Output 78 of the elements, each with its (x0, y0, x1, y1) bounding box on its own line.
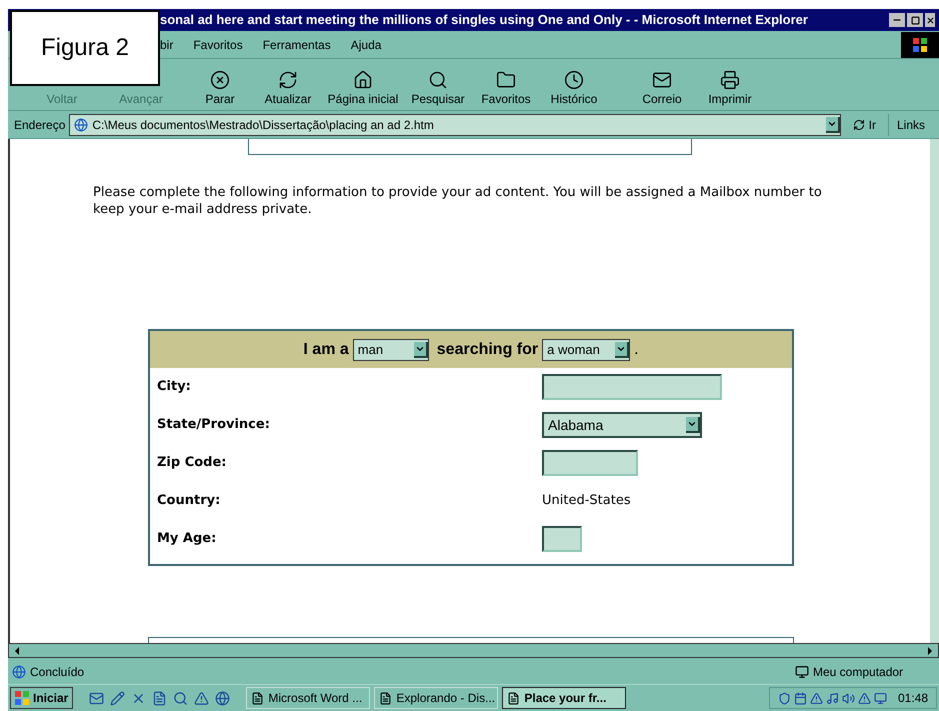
figure-label: Figura 2 (40, 33, 130, 63)
home-icon (353, 70, 373, 90)
tray-icon[interactable] (826, 692, 839, 704)
tray-icon[interactable] (874, 692, 887, 704)
quick-launch-icon[interactable] (215, 690, 230, 706)
links-button[interactable]: Links (888, 114, 933, 136)
intro-text: Please complete the following information to provide your ad content. You will be assigned a Mailbox number to keep your e-mail address private. (93, 184, 823, 218)
window-icon (379, 692, 392, 704)
menu-item[interactable]: Favoritos (193, 36, 243, 54)
toolbar-button[interactable]: Parar (186, 70, 254, 108)
field-label: City: (156, 378, 192, 396)
input-field[interactable] (542, 374, 722, 400)
zone-icon (795, 665, 809, 679)
tray-icon[interactable] (842, 692, 855, 704)
search-icon (428, 70, 448, 90)
maximize-icon[interactable] (907, 13, 923, 27)
field-label: State/Province: (156, 416, 271, 434)
country-value: United-States (542, 492, 631, 510)
state-select[interactable]: Alabama (542, 412, 702, 438)
toolbar-button[interactable]: Histórico (540, 70, 608, 108)
menu-item[interactable]: Ajuda (350, 36, 382, 54)
start-button[interactable]: Iniciar (10, 687, 74, 709)
vertical-scrollbar[interactable] (930, 139, 939, 643)
go-button[interactable]: Ir (844, 114, 884, 136)
go-arrow-icon (852, 118, 865, 130)
quick-launch-icon[interactable] (152, 690, 168, 706)
gender-select[interactable]: man (352, 338, 429, 360)
window-icon (507, 692, 520, 704)
window-title: sonal ad here and start meeting the millions of singles using One and Only - - Microsoft Internet Explorer (160, 11, 809, 30)
quick-launch-icon[interactable] (194, 690, 210, 706)
quick-launch-icon[interactable] (89, 690, 104, 706)
close-icon[interactable] (925, 13, 935, 27)
page-icon (74, 118, 88, 132)
menu-item[interactable]: bir (160, 36, 174, 54)
task-button[interactable]: Microsoft Word ... (246, 687, 370, 709)
header-text: searching for (436, 340, 538, 360)
zone-text: Meu computador (813, 664, 904, 681)
field-label: Country: (156, 492, 222, 510)
toolbar-button[interactable]: Favoritos (472, 70, 540, 108)
clock-text: 01:48 (898, 690, 928, 707)
window-icon (251, 692, 264, 704)
mail-icon (652, 70, 672, 90)
field-label: My Age: (156, 530, 218, 548)
scroll-left-icon[interactable] (13, 646, 21, 654)
task-button[interactable]: Explorando - Dis... (374, 687, 498, 709)
field-label: Zip Code: (156, 454, 228, 472)
horizontal-scrollbar[interactable] (8, 643, 939, 658)
toolbar-button[interactable]: Página inicial (322, 70, 404, 108)
toolbar-button[interactable]: Atualizar (254, 70, 322, 108)
address-label: Endereço (14, 116, 66, 134)
input-field[interactable] (542, 526, 582, 552)
toolbar-button[interactable]: Pesquisar (404, 70, 472, 108)
input-field[interactable] (542, 450, 638, 476)
task-button[interactable]: Place your fr... (502, 687, 626, 709)
scroll-right-icon[interactable] (926, 646, 934, 654)
windows-flag-icon (15, 691, 29, 705)
tray-icon[interactable] (778, 692, 791, 704)
status-text: Concluído (30, 664, 86, 681)
clock-icon (564, 70, 584, 90)
ie-page-icon (12, 665, 26, 679)
windows-logo-icon (901, 32, 939, 58)
seeking-select[interactable]: a woman (542, 338, 630, 360)
header-text: I am a (303, 340, 349, 360)
tray-icon[interactable] (794, 692, 807, 704)
toolbar-button[interactable]: Correio (628, 70, 696, 108)
address-field[interactable]: C:\Meus documentos\Mestrado\Dissertação\placing an ad 2.htm (69, 114, 841, 136)
refresh-icon (278, 70, 298, 90)
stop-icon (210, 70, 230, 90)
header-text: . (634, 340, 639, 360)
minimize-icon[interactable] (889, 13, 905, 27)
quick-launch-icon[interactable] (173, 690, 188, 706)
toolbar-button[interactable]: Imprimir (696, 70, 764, 108)
printer-icon (720, 70, 740, 90)
quick-launch-icon[interactable] (110, 690, 126, 706)
menu-item[interactable]: Ferramentas (262, 36, 331, 54)
tray-icon[interactable] (858, 692, 871, 704)
folder-icon (496, 70, 516, 90)
tray-icon[interactable] (810, 692, 823, 704)
